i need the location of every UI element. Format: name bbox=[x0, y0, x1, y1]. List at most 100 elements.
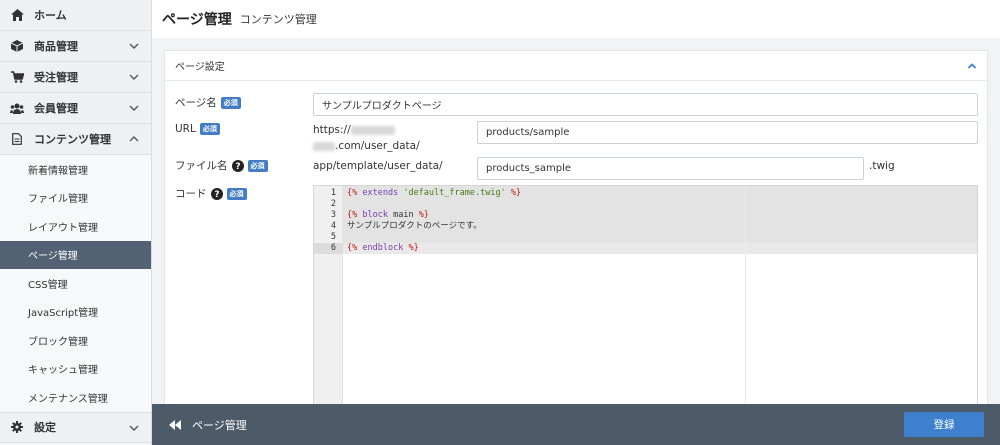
code-line: 5 bbox=[314, 232, 977, 243]
chevron-up-icon bbox=[129, 136, 139, 142]
sidebar-item-settings[interactable]: 設定 bbox=[0, 411, 151, 443]
code-line: 3 {% block main %} bbox=[314, 210, 977, 221]
sidebar-item-contents[interactable]: コンテンツ管理 bbox=[0, 124, 151, 155]
sidebar-subitem-label: ファイル管理 bbox=[28, 194, 88, 206]
help-icon[interactable]: ? bbox=[231, 159, 244, 172]
sidebar-item-label: コンテンツ管理 bbox=[34, 133, 111, 146]
page-name-label: ページ名 必須 bbox=[175, 95, 241, 110]
code-label-text: コード bbox=[175, 188, 207, 200]
cube-icon bbox=[10, 39, 24, 53]
sidebar-item-products[interactable]: 商品管理 bbox=[0, 31, 151, 62]
page-name-label-text: ページ名 bbox=[175, 97, 217, 109]
code-line: 1 {% extends 'default_frame.twig' %} bbox=[314, 188, 977, 199]
line-number: 5 bbox=[330, 232, 336, 242]
line-number: 2 bbox=[330, 199, 336, 209]
file-name-input[interactable]: products_sample bbox=[477, 157, 864, 180]
required-badge: 必須 bbox=[247, 159, 268, 172]
sidebar-subitem-label: レイアウト管理 bbox=[28, 222, 98, 234]
document-icon bbox=[10, 132, 24, 146]
sidebar-subitem-label: ページ管理 bbox=[28, 251, 78, 263]
redacted-domain bbox=[350, 125, 395, 135]
sidebar-item-label: 設定 bbox=[34, 421, 56, 434]
sidebar-subitem-maintenance[interactable]: メンテナンス管理 bbox=[0, 383, 151, 412]
url-prefix-path: .com/user_data/ bbox=[313, 140, 420, 152]
card-title: ページ設定 bbox=[175, 62, 225, 73]
sidebar-subitem-news[interactable]: 新着情報管理 bbox=[0, 155, 151, 184]
sidebar-subitem-label: メンテナンス管理 bbox=[28, 393, 108, 405]
help-icon[interactable]: ? bbox=[210, 187, 223, 200]
code-line: 2 bbox=[314, 199, 977, 210]
sidebar-item-label: 受注管理 bbox=[34, 71, 78, 84]
sidebar-subitem-css[interactable]: CSS管理 bbox=[0, 269, 151, 298]
page-title: ページ管理 bbox=[162, 12, 232, 28]
chevron-down-icon bbox=[129, 43, 139, 49]
page-name-input[interactable]: サンプルプロダクトページ bbox=[313, 93, 978, 116]
gear-icon bbox=[10, 420, 24, 434]
card-header[interactable]: ページ設定 bbox=[165, 51, 987, 81]
chevron-down-icon bbox=[129, 74, 139, 80]
sidebar-subitem-files[interactable]: ファイル管理 bbox=[0, 183, 151, 212]
url-label-text: URL bbox=[175, 123, 196, 135]
line-number: 4 bbox=[330, 221, 336, 231]
code-line-text: {% block main %} bbox=[347, 210, 429, 220]
sidebar-subitem-javascript[interactable]: JavaScript管理 bbox=[0, 297, 151, 326]
line-number: 1 bbox=[330, 188, 336, 198]
home-icon bbox=[10, 8, 24, 22]
sidebar-item-label: 商品管理 bbox=[34, 40, 78, 53]
chevron-down-icon bbox=[129, 105, 139, 111]
code-line: 6 {% endblock %} bbox=[314, 243, 977, 254]
sidebar-subitem-label: キャッシュ管理 bbox=[28, 365, 98, 377]
url-prefix: https:// bbox=[313, 124, 395, 136]
line-number: 3 bbox=[330, 210, 336, 220]
file-name-label: ファイル名 ? 必須 bbox=[175, 158, 268, 173]
url-prefix-path-text: .com/user_data/ bbox=[335, 140, 420, 152]
url-input[interactable]: products/sample bbox=[477, 121, 978, 144]
sidebar-subitem-cache[interactable]: キャッシュ管理 bbox=[0, 354, 151, 383]
sidebar-item-members[interactable]: 会員管理 bbox=[0, 93, 151, 124]
required-badge: 必須 bbox=[199, 123, 220, 135]
page-name-value: サンプルプロダクトページ bbox=[322, 101, 442, 112]
code-line-text: {% extends 'default_frame.twig' %} bbox=[347, 188, 522, 198]
back-link[interactable]: ページ管理 bbox=[192, 417, 247, 433]
svg-text:?: ? bbox=[214, 190, 219, 200]
file-name-label-text: ファイル名 bbox=[175, 160, 228, 172]
file-name-value: products_sample bbox=[486, 163, 572, 174]
save-button[interactable]: 登録 bbox=[904, 412, 984, 437]
code-line-text: サンプルプロダクトのページです。 bbox=[347, 221, 482, 231]
chevron-down-icon bbox=[129, 425, 139, 431]
url-value: products/sample bbox=[486, 127, 570, 138]
required-badge: 必須 bbox=[226, 187, 247, 200]
cart-icon bbox=[10, 70, 24, 84]
action-bar: ページ管理 登録 bbox=[152, 404, 1000, 445]
chevron-up-icon[interactable] bbox=[967, 61, 977, 71]
sidebar-item-label: ホーム bbox=[34, 9, 67, 22]
redacted-domain bbox=[313, 141, 335, 151]
svg-text:?: ? bbox=[235, 162, 240, 172]
sidebar-item-label: 会員管理 bbox=[34, 102, 78, 115]
line-number: 6 bbox=[330, 243, 336, 253]
back-icon[interactable] bbox=[168, 419, 182, 431]
url-label: URL 必須 bbox=[175, 123, 220, 135]
page-header: ページ管理 コンテンツ管理 bbox=[152, 0, 1000, 38]
sidebar-subitem-layout[interactable]: レイアウト管理 bbox=[0, 212, 151, 241]
sidebar-subitem-label: CSS管理 bbox=[28, 279, 68, 291]
file-name-suffix: .twig bbox=[869, 160, 895, 172]
sidebar-subitem-label: ブロック管理 bbox=[28, 336, 88, 348]
page-settings-card: ページ設定 ページ名 必須 サンプルプロダクトページ URL 必須 https:… bbox=[164, 50, 988, 445]
code-label: コード ? 必須 bbox=[175, 186, 247, 201]
sidebar-subitem-pages[interactable]: ページ管理 bbox=[0, 240, 151, 269]
code-line-text: {% endblock %} bbox=[347, 243, 419, 253]
sidebar-item-home[interactable]: ホーム bbox=[0, 0, 151, 31]
code-token-string: 'default_frame.twig' bbox=[403, 188, 506, 198]
url-prefix-scheme: https:// bbox=[313, 124, 351, 136]
file-name-prefix: app/template/user_data/ bbox=[313, 160, 443, 172]
code-line: 4 サンプルプロダクトのページです。 bbox=[314, 221, 977, 232]
sidebar-subitem-label: 新着情報管理 bbox=[28, 165, 88, 177]
users-icon bbox=[10, 101, 24, 115]
sidebar-subitem-blocks[interactable]: ブロック管理 bbox=[0, 326, 151, 355]
sidebar-subitem-label: JavaScript管理 bbox=[28, 308, 99, 320]
sidebar: ホーム 商品管理 受注管理 会員管理 コンテンツ管理 新着情報管理 ファイル管理… bbox=[0, 0, 152, 445]
page-subtitle: コンテンツ管理 bbox=[239, 13, 317, 26]
required-badge: 必須 bbox=[220, 96, 241, 109]
sidebar-item-orders[interactable]: 受注管理 bbox=[0, 62, 151, 93]
